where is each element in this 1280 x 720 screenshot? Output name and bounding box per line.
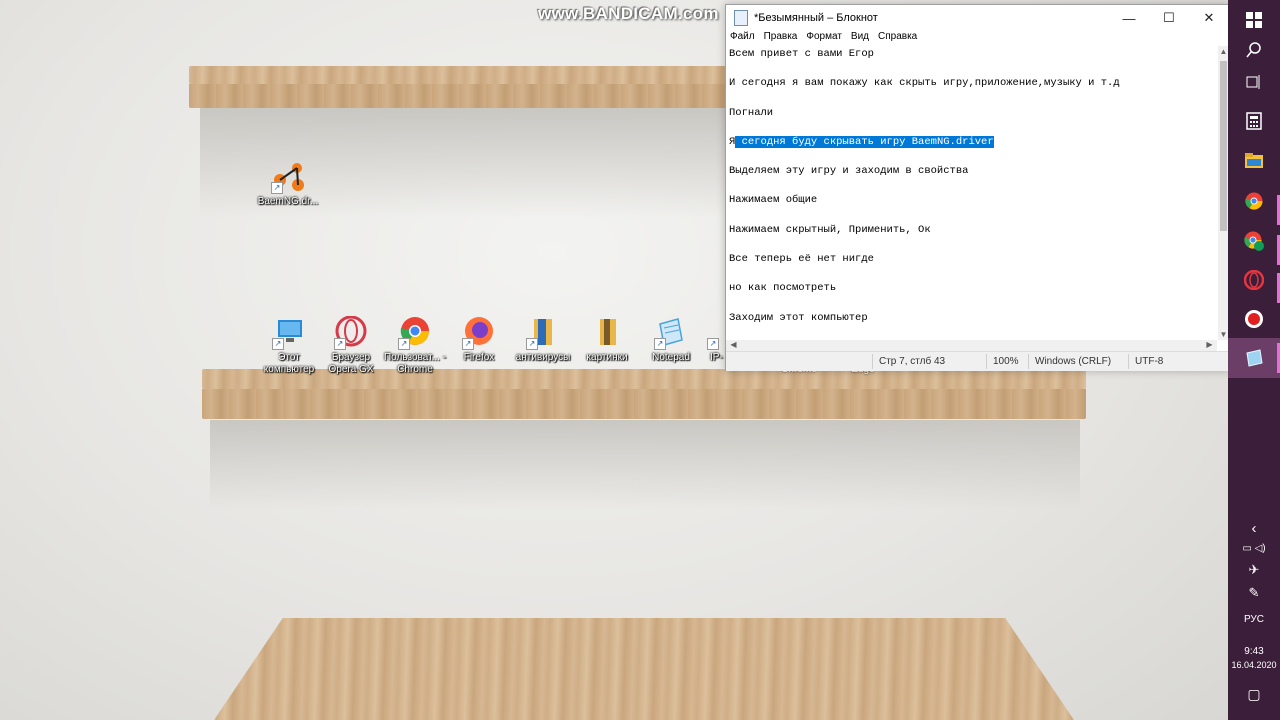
menu-view[interactable]: Вид [851, 31, 869, 46]
notepad-window[interactable]: *Безымянный – Блокнот — ☐ ✕ Файл Правка … [725, 4, 1230, 371]
language-indicator[interactable]: РУС [1228, 614, 1280, 625]
clock-date[interactable]: 16.04.2020 [1228, 660, 1280, 670]
menu-help[interactable]: Справка [878, 31, 917, 46]
pen-icon[interactable]: ✎ [1228, 585, 1280, 601]
desktop-icon-antivirus-folder[interactable]: ↗ антивирусы [510, 316, 576, 364]
scroll-right-icon[interactable]: ▶ [1204, 340, 1215, 349]
menu-file[interactable]: Файл [730, 31, 755, 46]
calculator-icon[interactable] [1228, 101, 1280, 141]
desktop-icon-pictures-folder[interactable]: картинки [574, 316, 640, 364]
this-pc-icon: ↗ [272, 316, 306, 350]
top-shelf [189, 66, 729, 110]
desktop-icon-label: Пользоват... - Chrome [383, 352, 447, 375]
folder-icon [590, 316, 624, 350]
notepad-titlebar[interactable]: *Безымянный – Блокнот — ☐ ✕ [726, 5, 1229, 31]
text-line: Всем привет с вами Егор [729, 48, 874, 60]
cursor-position: Стр 7, стлб 43 [879, 356, 946, 367]
bandicam-watermark: www.BANDICAM.com [538, 4, 719, 23]
menu-format[interactable]: Формат [806, 31, 842, 46]
menu-edit[interactable]: Правка [764, 31, 798, 46]
desktop-icon-label: Браузер Opera GX [328, 352, 374, 375]
text-line: Нажимаем скрытный, Применить, Ок [729, 223, 931, 236]
battery-volume-icon[interactable]: ▭ ◁) [1228, 543, 1280, 554]
text-line: Нажимаем общие [729, 194, 818, 207]
taskbar: ‹ ▭ ◁) ✈ ✎ РУС 9:43 16.04.2020 ▢ [1228, 0, 1280, 720]
clock-time[interactable]: 9:43 [1228, 646, 1280, 657]
beamng-icon: ↗ [271, 160, 305, 194]
bottom-shelf [214, 618, 1074, 720]
desktop-icon-label: антивирусы [515, 352, 571, 363]
scroll-thumb[interactable] [1220, 61, 1227, 231]
desktop-icon-firefox[interactable]: ↗ Firefox [446, 316, 512, 364]
maximize-button[interactable]: ☐ [1149, 5, 1189, 31]
desktop-icon-label: картинки [586, 352, 628, 363]
text-line: И сегодня я вам покажу как скрыть игру,п… [729, 77, 1120, 90]
text-line: Заходим этот компьютер [729, 311, 868, 324]
notepad-icon[interactable] [1228, 338, 1280, 378]
desktop-icon-label: BaemNG.dr... [257, 196, 319, 207]
text-line: Выделяем эту игру и заходим в свойства [729, 165, 969, 178]
text-line-selected: Я сегодня буду скрывать игру BaemNG.driv… [726, 134, 1217, 163]
notepad-icon: ↗ [654, 316, 688, 350]
notepad-app-icon [734, 10, 748, 26]
text-editor[interactable]: Всем привет с вами Егор И сегодня я вам … [726, 46, 1217, 340]
desktop-icon-opera-gx[interactable]: ↗ Браузер Opera GX [318, 315, 384, 376]
zoom-level: 100% [993, 356, 1019, 367]
desktop-icon-chrome[interactable]: ↗ Пользоват... - Chrome [382, 316, 448, 376]
status-bar: Стр 7, стлб 43 100% Windows (CRLF) UTF-8 [726, 351, 1229, 371]
selected-text: сегодня буду скрывать игру BaemNG.driver [735, 135, 994, 148]
desktop-icon-label: Firefox [463, 352, 495, 363]
record-icon[interactable] [1228, 299, 1280, 339]
opera-gx-icon: ↗ [334, 315, 368, 350]
scroll-left-icon[interactable]: ◀ [728, 340, 739, 349]
opera-icon[interactable] [1228, 260, 1280, 300]
text-line: Все теперь её нет нигде [729, 253, 874, 266]
desktop-icon-label: Этот компьютер [263, 352, 315, 375]
middle-shelf [202, 369, 1086, 421]
task-view-icon[interactable] [1228, 62, 1280, 102]
horizontal-scrollbar[interactable]: ◀ ▶ [726, 340, 1217, 351]
notification-icon[interactable]: ▢ [1228, 686, 1280, 703]
chrome-icon[interactable] [1228, 181, 1280, 221]
airplane-icon[interactable]: ✈ [1228, 562, 1280, 578]
text-line: но как посмотреть [729, 282, 837, 295]
desktop-icon-label: IP- [710, 352, 723, 363]
partial-icon: ↗ [693, 316, 727, 350]
firefox-icon: ↗ [462, 316, 496, 350]
line-endings: Windows (CRLF) [1035, 356, 1112, 367]
menu-bar: Файл Правка Формат Вид Справка [726, 31, 1229, 46]
desktop-icon-beamng[interactable]: ↗ BaemNG.dr... [255, 160, 321, 208]
folder-icon: ↗ [526, 316, 560, 350]
desktop-icon-partial[interactable]: ↗ IP- [690, 316, 730, 364]
text-line: Погнали [729, 106, 774, 119]
minimize-button[interactable]: — [1109, 5, 1149, 31]
chrome-icon: ↗ [398, 316, 432, 350]
desktop-icon-this-pc[interactable]: ↗ Этот компьютер [256, 316, 322, 376]
window-title: *Безымянный – Блокнот [754, 12, 878, 24]
encoding: UTF-8 [1135, 356, 1164, 367]
file-explorer-icon[interactable] [1228, 141, 1280, 181]
chrome-profile-icon[interactable] [1228, 221, 1280, 261]
chevron-left-icon[interactable]: ‹ [1228, 520, 1280, 537]
shelf-shadow [210, 420, 1080, 510]
close-button[interactable]: ✕ [1189, 5, 1229, 31]
